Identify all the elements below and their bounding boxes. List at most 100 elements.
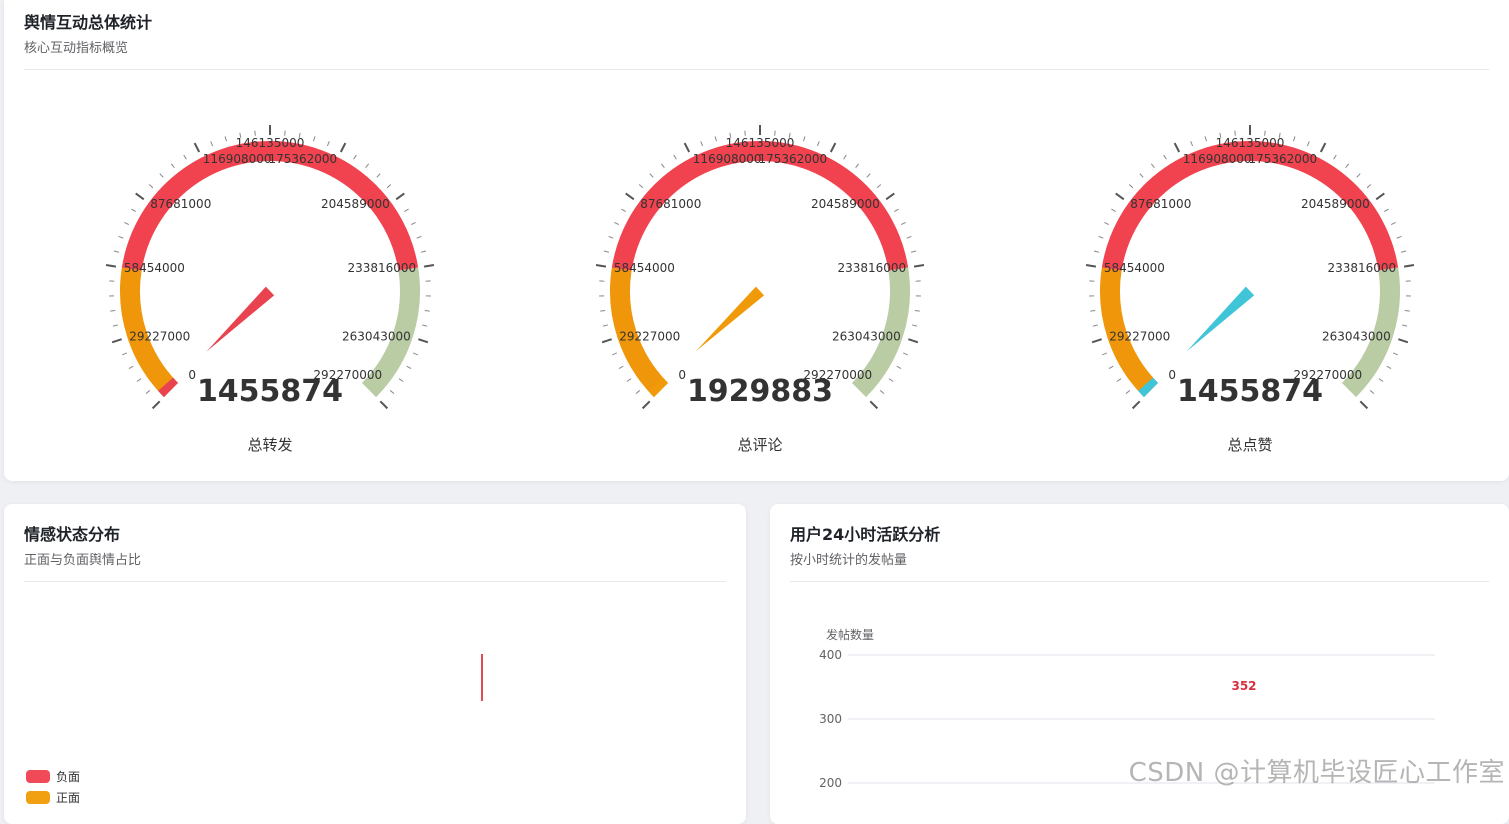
y-tick-400: 400 [819, 648, 842, 662]
gauge-major-tick [870, 401, 877, 408]
gauge-minor-tick [1191, 141, 1193, 146]
gauge-minor-tick [817, 141, 819, 146]
gauge-minor-tick [160, 174, 163, 178]
gauge-minor-tick [366, 164, 369, 168]
gauge-minor-tick [131, 209, 135, 212]
gauge-minor-tick [1367, 185, 1371, 188]
gauge-minor-tick [894, 209, 898, 212]
gauge-minor-tick [1393, 353, 1398, 355]
gauge-major-tick [106, 265, 116, 267]
gauge-major-tick [1133, 401, 1140, 408]
pie-legend: 负面 正面 [26, 766, 80, 808]
gauge-minor-tick [314, 136, 315, 141]
gauge-tick-label: 204589000 [321, 197, 390, 211]
gauge-minor-tick [425, 311, 430, 312]
overview-title: 舆情互动总体统计 [24, 12, 1489, 34]
gauge-tick-label: 116908000 [693, 152, 762, 166]
legend-item-positive[interactable]: 正面 [26, 787, 80, 807]
gauge-minor-tick [390, 390, 394, 393]
gauge-total-comments: 0292270005845400087681000116908000146135… [577, 70, 937, 470]
gauge-minor-tick [1384, 209, 1388, 212]
gauge-major-tick [1321, 143, 1326, 152]
y-tick-300: 300 [819, 712, 842, 726]
gauge-minor-tick [650, 174, 653, 178]
gauge-minor-tick [1391, 222, 1396, 224]
gauge-minor-tick [1370, 390, 1374, 393]
overview-card: 舆情互动总体统计 核心互动指标概览 0292270005845400087681… [4, 0, 1509, 481]
gauge-minor-tick [912, 325, 917, 326]
gauge-minor-tick [612, 353, 617, 355]
activity-card: 用户24小时活跃分析 按小时统计的发帖量 发帖数量 400 300 200 35… [770, 504, 1509, 824]
gauge-major-tick [908, 339, 918, 342]
gauge-major-tick [1175, 143, 1180, 152]
gauge-tick-label: 0 [678, 368, 686, 382]
gauge-minor-tick [604, 251, 609, 252]
gauge-minor-tick [1104, 222, 1109, 224]
gauge-total-reposts: 0292270005845400087681000116908000146135… [87, 70, 447, 470]
bar-data-label: 352 [1231, 679, 1256, 693]
gauge-tick-label: 58454000 [1104, 261, 1165, 275]
gauge-tick-label: 87681000 [150, 197, 211, 211]
gauge-minor-tick [804, 136, 805, 141]
gauge-tick-label: 263043000 [832, 330, 901, 344]
gauge-major-tick [1398, 339, 1408, 342]
gauge-minor-tick [911, 251, 916, 252]
activity-title: 用户24小时活跃分析 [790, 524, 1489, 546]
gauge-tick-label: 58454000 [124, 261, 185, 275]
gauge-minor-tick [119, 236, 124, 238]
gauge-minor-tick [1117, 379, 1121, 382]
gauge-major-tick [1360, 401, 1367, 408]
gauge-progress [656, 384, 661, 390]
gauge-tick-label: 204589000 [811, 197, 880, 211]
activity-header: 用户24小时活跃分析 按小时统计的发帖量 [790, 524, 1489, 582]
gauge-minor-tick [636, 390, 640, 393]
gauge-minor-tick [1346, 164, 1349, 168]
gauge-tick-label: 146135000 [236, 136, 305, 150]
gauge-minor-tick [621, 209, 625, 212]
gauge-minor-tick [122, 353, 127, 355]
gauge-major-tick [886, 193, 894, 199]
gauge-minor-tick [1401, 251, 1406, 252]
y-axis-title: 发帖数量 [826, 627, 874, 642]
gauge-major-tick [418, 339, 428, 342]
gauge-progress [1146, 384, 1151, 390]
gauge-minor-tick [1111, 209, 1115, 212]
gauge-minor-tick [867, 174, 870, 178]
gauge-minor-tick [113, 325, 118, 326]
legend-item-negative[interactable]: 负面 [26, 766, 80, 786]
gauge-minor-tick [1102, 353, 1107, 355]
gauge-major-tick [1116, 193, 1124, 199]
gauge-minor-tick [1094, 251, 1099, 252]
gauge-minor-tick [417, 236, 422, 238]
gauge-minor-tick [1402, 325, 1407, 326]
gauge-tick-label: 29227000 [129, 330, 190, 344]
gauge-minor-tick [413, 353, 418, 355]
gauge-minor-tick [1334, 155, 1337, 159]
gauge-minor-tick [124, 222, 129, 224]
gauge-major-tick [914, 265, 924, 267]
gauge-tick-label: 233816000 [347, 261, 416, 275]
gauge-minor-tick [399, 379, 403, 382]
gauge-tick-label: 87681000 [640, 197, 701, 211]
gauge-minor-tick [619, 366, 623, 368]
gauge-tick-label: 146135000 [726, 136, 795, 150]
gauge-minor-tick [377, 174, 380, 178]
gauge-minor-tick [422, 325, 427, 326]
gauge-minor-tick [844, 155, 847, 159]
activity-subtitle: 按小时统计的发帖量 [790, 552, 1489, 570]
gauge-label: 总点赞 [1227, 436, 1272, 454]
gauge-minor-tick [701, 141, 703, 146]
sentiment-title: 情感状态分布 [24, 524, 726, 546]
gauge-minor-tick [1109, 366, 1113, 368]
gauge-minor-tick [171, 164, 174, 168]
sentiment-subtitle: 正面与负面舆情占比 [24, 552, 726, 570]
gauge-minor-tick [1093, 325, 1098, 326]
gauge-pointer [696, 287, 764, 352]
gauge-tick-label: 87681000 [1130, 197, 1191, 211]
gauge-minor-tick [603, 325, 608, 326]
gauge-major-tick [602, 339, 612, 342]
gauge-major-tick [396, 193, 404, 199]
gauge-major-tick [112, 339, 122, 342]
gauge-minor-tick [411, 222, 416, 224]
gauge-tick-label: 29227000 [1109, 330, 1170, 344]
